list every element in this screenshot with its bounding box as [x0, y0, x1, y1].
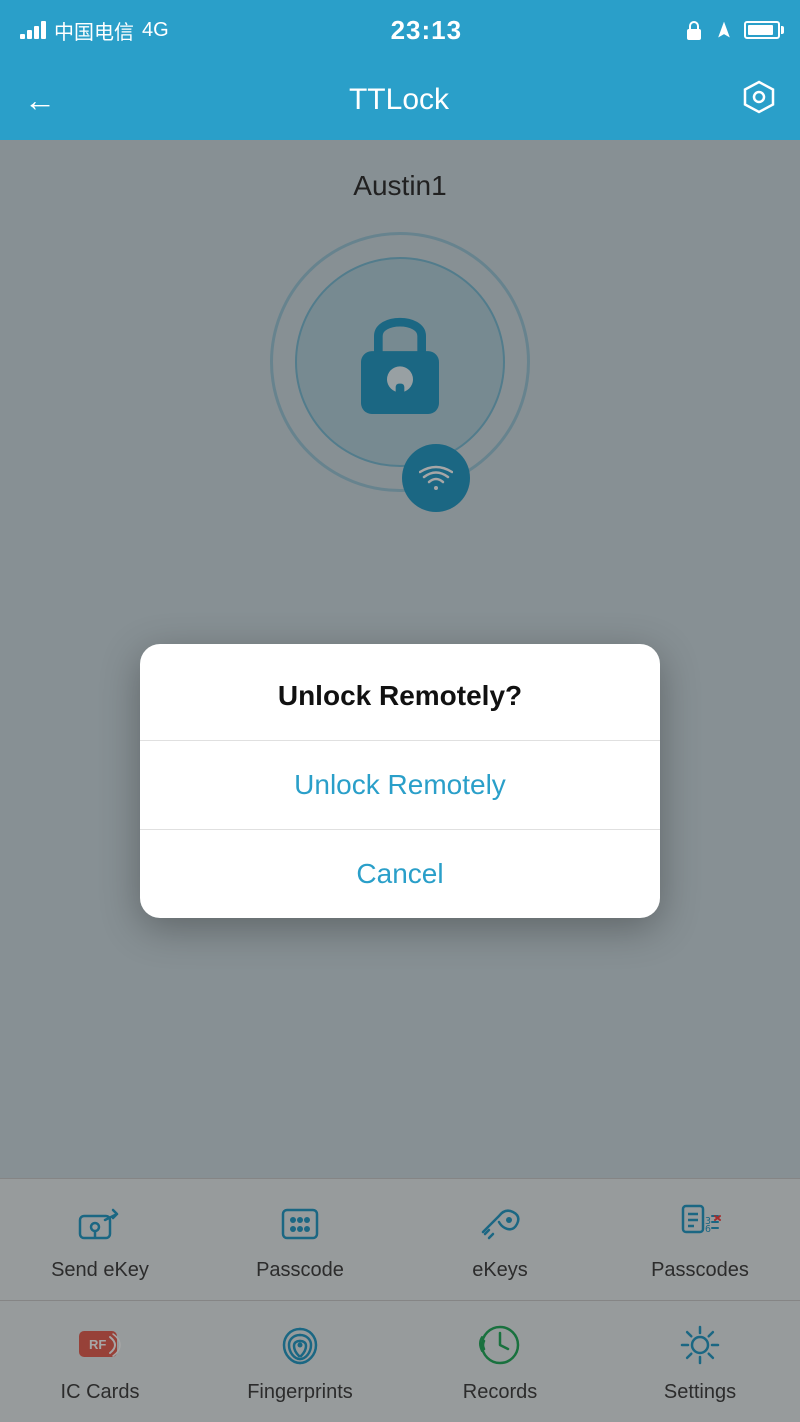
- navigation-icon: [714, 20, 734, 40]
- back-button[interactable]: ←: [24, 82, 56, 119]
- signal-icon: [20, 21, 46, 39]
- status-left: 中国电信 4G: [20, 16, 169, 45]
- carrier-label: 中国电信: [54, 16, 134, 45]
- dialog-title: Unlock Remotely?: [140, 644, 660, 741]
- nav-bar: ← TTLock: [0, 60, 800, 140]
- settings-icon[interactable]: [742, 80, 776, 121]
- dialog: Unlock Remotely? Unlock Remotely Cancel: [140, 644, 660, 918]
- overlay: Unlock Remotely? Unlock Remotely Cancel: [0, 140, 800, 1422]
- status-bar: 中国电信 4G 23:13: [0, 0, 800, 60]
- main-content: Austin1: [0, 140, 800, 1422]
- status-right: [684, 19, 780, 41]
- nav-title: TTLock: [349, 83, 449, 117]
- time-label: 23:13: [391, 15, 463, 46]
- cancel-button[interactable]: Cancel: [140, 830, 660, 918]
- unlock-remotely-button[interactable]: Unlock Remotely: [140, 741, 660, 830]
- screen-lock-icon: [684, 19, 704, 41]
- battery-icon: [744, 21, 780, 39]
- network-label: 4G: [142, 19, 169, 42]
